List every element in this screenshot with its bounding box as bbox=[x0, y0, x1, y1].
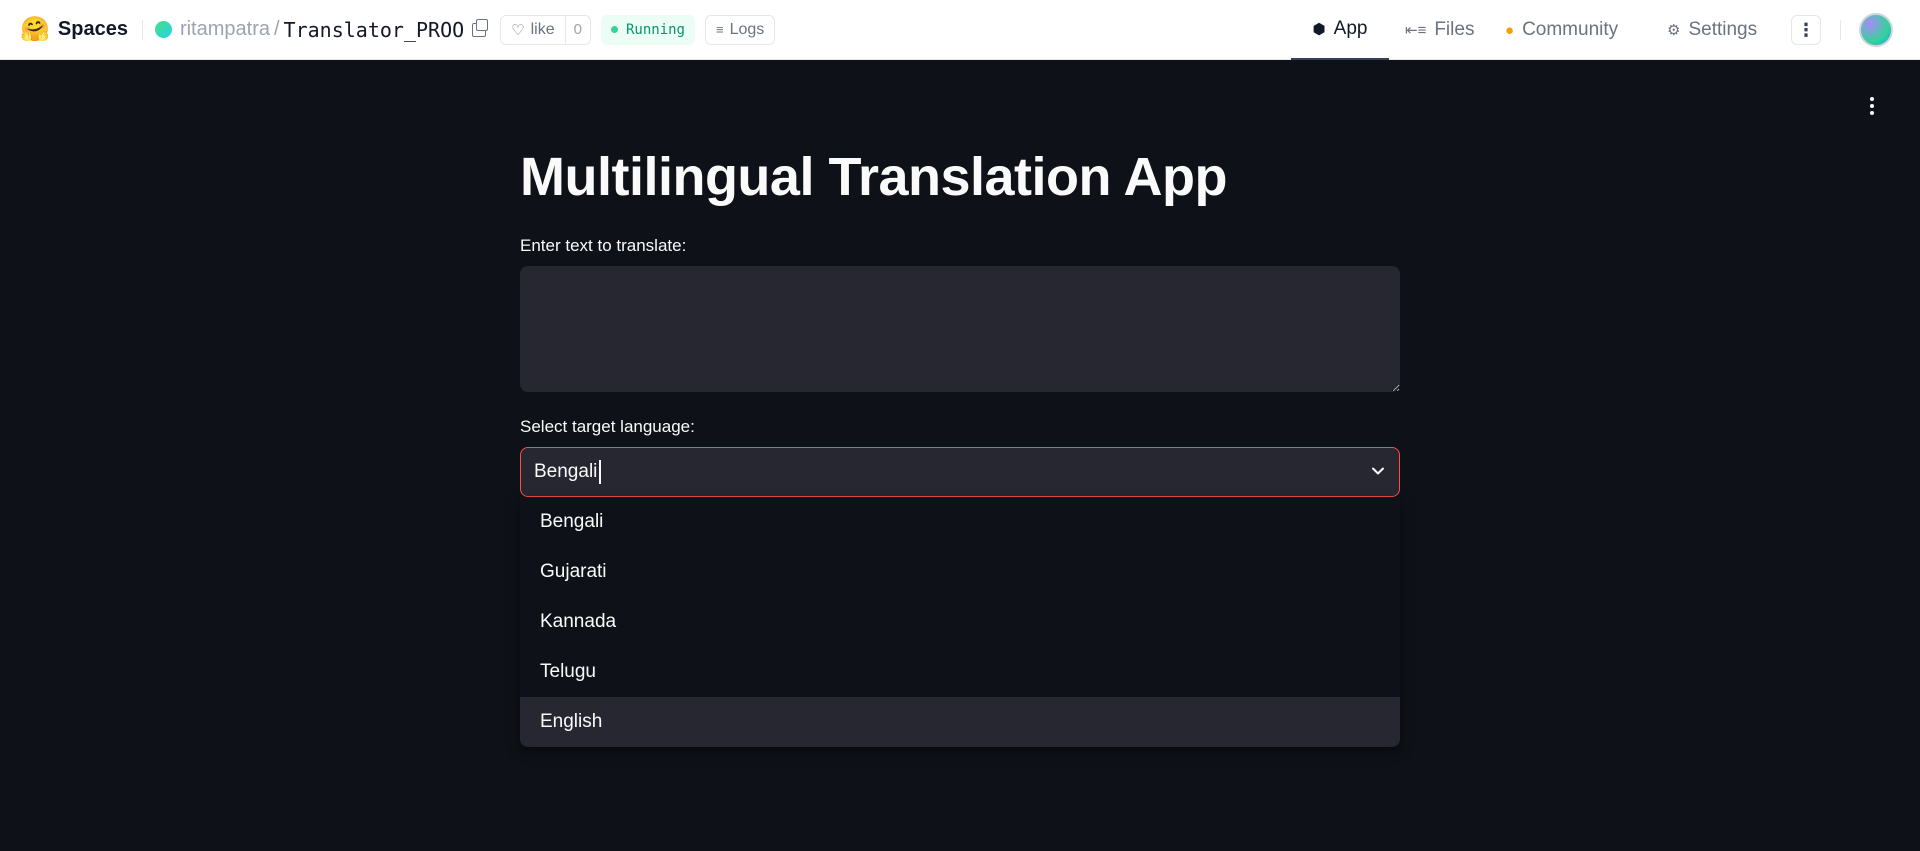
like-count[interactable]: 0 bbox=[564, 15, 590, 44]
user-avatar[interactable] bbox=[1859, 13, 1893, 47]
tab-files-label: Files bbox=[1434, 19, 1475, 40]
tab-settings-label: Settings bbox=[1688, 19, 1758, 40]
language-option[interactable]: Telugu bbox=[520, 647, 1400, 697]
status-dot-icon bbox=[610, 26, 618, 33]
community-icon: ● bbox=[1505, 21, 1515, 39]
huggingface-logo-icon[interactable]: 🤗 bbox=[20, 17, 50, 42]
language-option-highlighted[interactable]: English bbox=[520, 697, 1400, 747]
logs-icon: ≡ bbox=[716, 22, 724, 37]
tab-app-label: App bbox=[1333, 18, 1368, 39]
language-option[interactable]: Kannada bbox=[520, 597, 1400, 647]
language-select-label: Select target language: bbox=[520, 417, 695, 436]
cube-icon: ⬢ bbox=[1312, 21, 1326, 38]
tab-community[interactable]: ● Community bbox=[1505, 0, 1618, 60]
translate-text-input[interactable] bbox=[520, 266, 1400, 392]
app-menu-icon[interactable] bbox=[1862, 94, 1882, 118]
files-icon: ⇤≡ bbox=[1405, 22, 1427, 39]
more-options-button[interactable]: ⋮ bbox=[1791, 15, 1821, 45]
text-input-label: Enter text to translate: bbox=[520, 236, 687, 255]
gear-icon: ⚙ bbox=[1667, 22, 1681, 39]
copy-icon[interactable] bbox=[472, 18, 489, 37]
like-group: ♡ like 0 bbox=[500, 14, 591, 45]
language-select-value: Bengali bbox=[534, 461, 598, 482]
header-divider bbox=[141, 19, 143, 40]
tab-app[interactable]: ⬢ App bbox=[1291, 0, 1389, 60]
language-dropdown: Bengali Gujarati Kannada Telugu English bbox=[520, 497, 1400, 747]
repo-name-link[interactable]: Translator_PROO bbox=[284, 18, 465, 42]
language-option[interactable]: Gujarati bbox=[520, 547, 1400, 597]
like-label: like bbox=[530, 20, 555, 38]
tab-settings[interactable]: ⚙ Settings bbox=[1667, 0, 1757, 60]
language-select[interactable]: Bengali bbox=[520, 447, 1400, 497]
status-badge[interactable]: Running bbox=[600, 14, 695, 45]
language-option[interactable]: Bengali bbox=[520, 497, 1400, 547]
space-avatar-icon bbox=[154, 21, 172, 38]
top-header: 🤗 Spaces ritampatra / Translator_PROO ♡ … bbox=[0, 0, 1920, 60]
tab-community-label: Community bbox=[1522, 19, 1619, 40]
header-divider-right bbox=[1840, 20, 1841, 40]
text-cursor bbox=[599, 460, 602, 484]
logs-label: Logs bbox=[729, 20, 765, 38]
tab-files[interactable]: ⇤≡ Files bbox=[1405, 0, 1474, 60]
status-text: Running bbox=[625, 21, 685, 38]
heart-icon: ♡ bbox=[511, 21, 525, 39]
spaces-link[interactable]: Spaces bbox=[58, 18, 128, 41]
owner-link[interactable]: ritampatra bbox=[180, 18, 270, 41]
like-button[interactable]: ♡ like bbox=[501, 16, 564, 44]
logs-button[interactable]: ≡ Logs bbox=[705, 14, 776, 45]
chevron-down-icon[interactable] bbox=[1371, 464, 1385, 478]
page-title: Multilingual Translation App bbox=[520, 147, 1227, 207]
path-separator: / bbox=[273, 18, 280, 40]
